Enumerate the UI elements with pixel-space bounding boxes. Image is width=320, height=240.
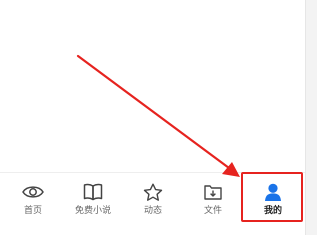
content-area <box>0 0 305 170</box>
tab-feed-label: 动态 <box>143 206 162 216</box>
tab-home[interactable]: 首页 <box>4 173 62 223</box>
user-icon <box>261 181 285 203</box>
app-screen: 首页 免费小说 动态 文件 我的 <box>0 0 317 235</box>
bottom-safe-area <box>0 222 305 235</box>
scrollbar[interactable] <box>305 0 317 235</box>
tab-free-novels-label: 免费小说 <box>74 206 111 216</box>
tab-home-label: 首页 <box>23 206 42 216</box>
tab-feed[interactable]: 动态 <box>124 173 182 223</box>
tab-files[interactable]: 文件 <box>184 173 242 223</box>
eye-icon <box>21 181 45 203</box>
bottom-tab-bar: 首页 免费小说 动态 文件 我的 <box>0 172 305 223</box>
tab-me-label: 我的 <box>263 206 282 216</box>
star-icon <box>141 181 165 203</box>
tab-free-novels[interactable]: 免费小说 <box>64 173 122 223</box>
tab-me[interactable]: 我的 <box>244 173 302 223</box>
download-folder-icon <box>201 181 225 203</box>
tab-files-label: 文件 <box>203 206 222 216</box>
book-icon <box>81 181 105 203</box>
